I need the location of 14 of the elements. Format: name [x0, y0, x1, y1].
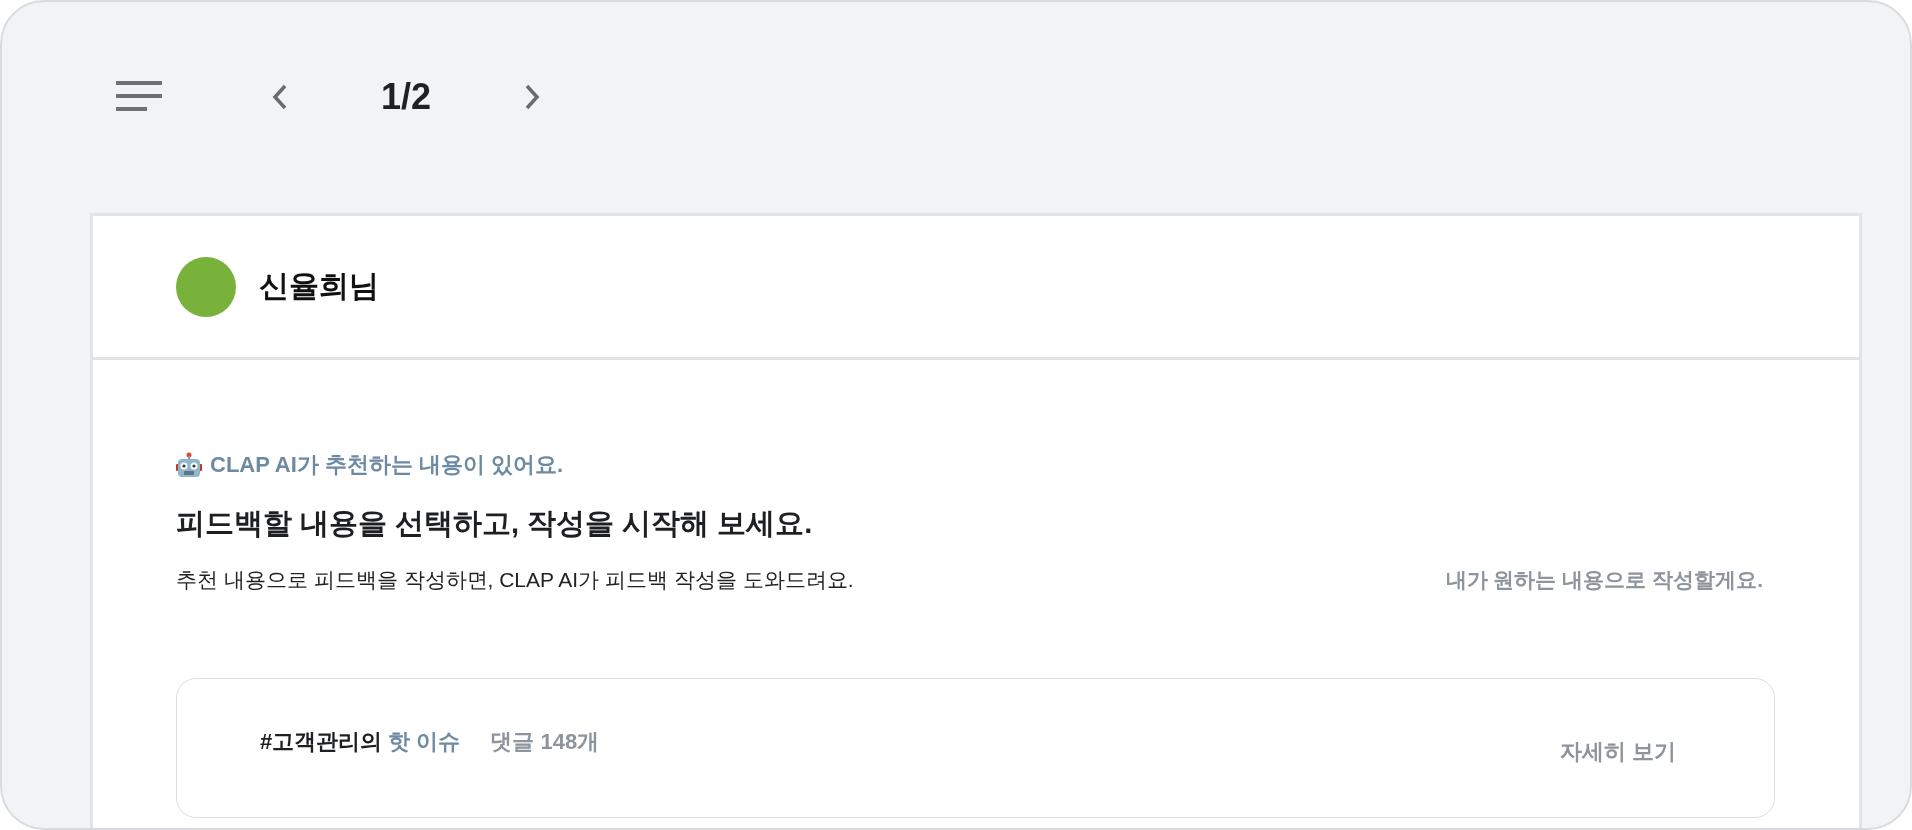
- robot-icon: [176, 452, 202, 478]
- page-indicator: 1/2: [379, 75, 432, 118]
- ai-notice: CLAP AI가 추천하는 내용이 있어요.: [210, 451, 564, 479]
- chevron-right-icon: [524, 83, 540, 110]
- topic-highlight: 핫 이슈: [388, 728, 461, 756]
- headline: 피드백할 내용을 선택하고, 작성을 시작해 보세요.: [176, 506, 814, 541]
- menu-icon: [116, 80, 162, 113]
- custom-write-link[interactable]: 내가 원하는 내용으로 작성할게요.: [1445, 566, 1775, 594]
- comment-count: 댓글 148개: [490, 728, 600, 756]
- details-link[interactable]: 자세히 보기: [1559, 737, 1676, 767]
- chevron-left-icon: [272, 83, 288, 110]
- topic-tag: #고객관리의: [260, 727, 383, 757]
- description: 추천 내용으로 피드백을 작성하면, CLAP AI가 피드백 작성을 도와드려요.: [176, 567, 854, 593]
- recipient-name: 신율희님: [259, 268, 379, 304]
